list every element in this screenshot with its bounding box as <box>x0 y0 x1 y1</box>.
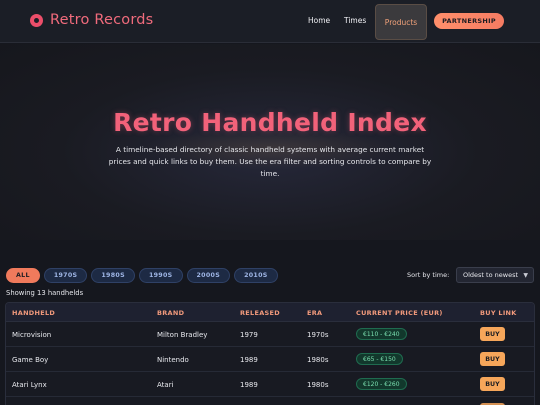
table-row: Microvision Milton Bradley 1979 1970s €1… <box>6 322 534 347</box>
price-badge: €120 - €260 <box>356 378 407 390</box>
cell-brand: Milton Bradley <box>157 331 208 339</box>
table-row: Atari Lynx Atari 1989 1980s €120 - €260 … <box>6 372 534 397</box>
nav-link-home[interactable]: Home <box>308 16 330 25</box>
cell-era: 1980s <box>307 381 329 389</box>
era-filter-group: ALL 1970S 1980S 1990S 2000S 2010S <box>6 268 278 283</box>
era-chip-1970s[interactable]: 1970S <box>43 268 88 283</box>
era-chip-2000s[interactable]: 2000S <box>186 268 231 283</box>
hero-description: A timeline-based directory of classic ha… <box>108 145 432 178</box>
table-row <box>6 397 534 405</box>
buy-button[interactable]: BUY <box>480 377 505 391</box>
sort-label: Sort by time: <box>407 271 450 279</box>
result-count: Showing 13 handhelds <box>6 289 84 297</box>
cell-brand: Atari <box>157 381 174 389</box>
sort-select-value: Oldest to newest <box>463 271 519 279</box>
sort-select[interactable]: Oldest to newest ▼ <box>456 267 534 283</box>
brand-logo[interactable]: Retro Records <box>30 12 153 28</box>
column-header-brand[interactable]: BRAND <box>157 309 184 317</box>
column-header-released[interactable]: RELEASED <box>240 309 280 317</box>
hero-section: Retro Handheld Index A timeline-based di… <box>0 44 540 240</box>
cell-handheld: Game Boy <box>12 356 49 364</box>
nav-link-times[interactable]: Times <box>344 16 366 25</box>
column-header-price[interactable]: CURRENT PRICE (EUR) <box>356 309 443 317</box>
cell-brand: Nintendo <box>157 356 189 364</box>
price-badge: €65 - €150 <box>356 353 403 365</box>
cell-released: 1979 <box>240 331 258 339</box>
cell-released: 1989 <box>240 356 258 364</box>
era-chip-1980s[interactable]: 1980S <box>91 268 135 283</box>
top-nav: Retro Records Home Times Products PARTNE… <box>0 0 540 43</box>
partnership-button[interactable]: PARTNERSHIP <box>434 13 504 29</box>
brand-name: Retro Records <box>50 12 154 28</box>
era-chip-1990s[interactable]: 1990S <box>138 268 183 283</box>
table-row: Game Boy Nintendo 1989 1980s €65 - €150 … <box>6 347 534 372</box>
cell-era: 1980s <box>307 356 329 364</box>
page-title: Retro Handheld Index <box>113 108 427 137</box>
column-header-buy-link: BUY LINK <box>480 309 517 317</box>
record-icon <box>30 13 43 27</box>
handheld-table: HANDHELD BRAND RELEASED ERA CURRENT PRIC… <box>5 302 535 405</box>
cell-era: 1970s <box>307 331 329 339</box>
column-header-handheld[interactable]: HANDHELD <box>12 309 55 317</box>
price-badge: €110 - €240 <box>356 328 407 340</box>
era-chip-2010s[interactable]: 2010S <box>234 268 278 283</box>
cell-handheld: Atari Lynx <box>12 381 47 389</box>
table-header: HANDHELD BRAND RELEASED ERA CURRENT PRIC… <box>6 303 534 322</box>
era-chip-all[interactable]: ALL <box>6 268 40 283</box>
cell-released: 1989 <box>240 381 258 389</box>
column-header-era[interactable]: ERA <box>307 309 322 317</box>
buy-button[interactable]: BUY <box>480 352 505 366</box>
nav-link-products[interactable]: Products <box>375 4 427 40</box>
chevron-down-icon: ▼ <box>523 272 528 279</box>
cell-handheld: Microvision <box>12 331 52 339</box>
buy-button[interactable]: BUY <box>480 327 505 341</box>
